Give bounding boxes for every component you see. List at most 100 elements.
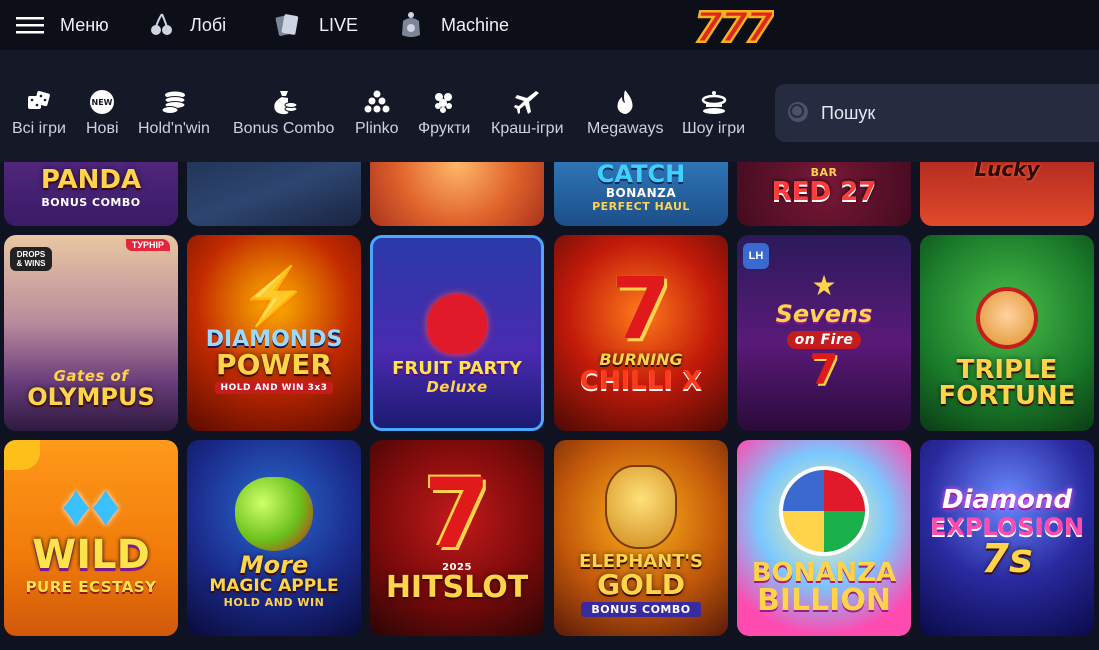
game-tile-wild-pure-ecstasy[interactable]: ♦♦ WILD PURE ECSTASY [4, 440, 178, 636]
nav-machine[interactable]: Machine [397, 0, 509, 50]
cards-icon [273, 11, 301, 39]
category-label: Краш-ігри [491, 120, 564, 137]
search-box[interactable] [775, 84, 1099, 142]
game-title-2: POWER [216, 347, 332, 381]
category-fruits[interactable]: Фрукти [418, 88, 470, 138]
game-tile-burning-chilli-x[interactable]: 7 BURNING CHILLI X [554, 235, 728, 431]
game-subtitle-2: BONANZA [605, 185, 677, 200]
top-bar: Меню Лобі LIVE Machine 777 [0, 0, 1099, 50]
diamond-icon: ♦♦ [61, 472, 121, 538]
game-tile-more-magic-apple[interactable]: More MAGIC APPLE HOLD AND WIN [187, 440, 361, 636]
game-tile-catch-bonanza[interactable]: CATCH BONANZA PERFECT HAUL [554, 162, 728, 226]
drops-wins-badge: DROPS & WINS [10, 247, 52, 271]
svg-text:777: 777 [694, 3, 774, 48]
category-label: Plinko [355, 120, 399, 137]
strawberry-icon [427, 293, 487, 354]
grapes-icon [430, 88, 458, 116]
game-tile-gates-of-olympus[interactable]: ТУРНІР DROPS & WINS Gates of OLYMPUS [4, 235, 178, 431]
search-icon [787, 101, 811, 125]
category-show-games[interactable]: Шоу ігри [682, 88, 745, 138]
svg-text:NEW: NEW [92, 98, 113, 107]
search-input[interactable] [821, 102, 1081, 124]
category-bonus-combo[interactable]: Bonus Combo [233, 88, 334, 138]
provider-badge-icon [4, 440, 40, 470]
category-label: Hold'n'win [138, 120, 210, 137]
game-tile-sevens-on-fire[interactable]: LH ★ Sevens on Fire 7 [737, 235, 911, 431]
game-title-2: GOLD [597, 568, 685, 602]
game-title-2: FORTUNE [938, 381, 1076, 411]
game-tile-elephants-gold[interactable]: ELEPHANT'S GOLD BONUS COMBO [554, 440, 728, 636]
live-label: LIVE [319, 14, 359, 35]
game-title-2: BILLION [756, 583, 892, 618]
dice-icon [25, 88, 53, 116]
game-title: RED 27 [771, 176, 877, 207]
nav-lobby[interactable]: Лобі [148, 0, 226, 50]
wheel-icon [779, 466, 869, 556]
game-title: TRIPLE [956, 355, 1058, 385]
game-tile-red-27[interactable]: BAR RED 27 [737, 162, 911, 226]
cherries-icon [148, 11, 176, 39]
category-label: Шоу ігри [682, 120, 746, 137]
slot-machine-icon [397, 11, 425, 39]
game-tile-lucky[interactable]: Lucky [920, 162, 1094, 226]
category-crash-games[interactable]: Краш-ігри [491, 88, 564, 138]
tournament-badge: ТУРНІР [125, 239, 170, 251]
elephant-icon [605, 464, 677, 549]
money-bag-icon [270, 88, 298, 116]
game-title-2: MAGIC APPLE [209, 576, 339, 597]
game-tile-sweets[interactable] [370, 162, 544, 226]
show-icon [700, 88, 728, 116]
provider-badge-icon: LH [743, 243, 769, 269]
game-tile-diamond-explosion-7s[interactable]: Diamond EXPLOSION 7s [920, 440, 1094, 636]
game-title-2: Deluxe [426, 378, 488, 397]
game-subtitle: HOLD AND WIN 3x3 [214, 381, 334, 394]
category-megaways[interactable]: Megaways [587, 88, 663, 138]
plane-icon [513, 88, 541, 116]
game-title-2: OLYMPUS [27, 383, 155, 411]
seven-icon: 7 [809, 344, 839, 394]
logo-777-icon: 777 [693, 2, 774, 48]
game-tile-bonanza-billion[interactable]: BONANZA BILLION [737, 440, 911, 636]
game-title: More [239, 550, 309, 579]
category-new[interactable]: NEW Нові [86, 88, 119, 138]
category-label: Всі ігри [12, 120, 66, 137]
nav-live[interactable]: LIVE [273, 0, 358, 50]
menu-label: Меню [60, 14, 109, 35]
game-tile-blue[interactable] [187, 162, 361, 226]
seven-icon: 7 [423, 457, 491, 570]
game-title-2: CHILLI X [579, 366, 703, 397]
game-title: Lucky [974, 162, 1040, 181]
game-title: FRUIT PARTY [392, 357, 522, 379]
game-title: Diamond [941, 485, 1073, 516]
lightning-icon: ⚡ [239, 263, 309, 327]
lobby-label: Лобі [190, 14, 227, 35]
game-tile-hitslot-2025[interactable]: 7 2025 HITSLOT [370, 440, 544, 636]
category-label: Megaways [587, 120, 664, 137]
game-title: WILD [32, 531, 150, 578]
game-tile-panda[interactable]: PANDA BONUS COMBO [4, 162, 178, 226]
site-logo[interactable]: 777 [690, 2, 774, 48]
game-title: CATCH [596, 162, 686, 188]
seven-icon: 7 [611, 258, 671, 359]
apple-icon [235, 476, 313, 551]
game-tile-diamonds-power[interactable]: ⚡ DIAMONDS POWER HOLD AND WIN 3x3 [187, 235, 361, 431]
category-all-games[interactable]: Всі ігри [12, 88, 66, 138]
category-plinko[interactable]: Plinko [355, 88, 399, 138]
game-title-2: PURE ECSTASY [25, 577, 157, 596]
game-subtitle: 7s [981, 535, 1033, 582]
star-icon: ★ [811, 270, 837, 302]
category-label: Bonus Combo [233, 120, 335, 137]
menu-button[interactable]: Меню [16, 0, 109, 50]
game-title: Sevens [775, 300, 873, 329]
category-bar: Всі ігри NEW Нові Hold'n'win Bonus Combo… [0, 50, 1099, 162]
game-subtitle: BONUS COMBO [581, 602, 701, 618]
flame-icon [611, 88, 639, 116]
game-tile-triple-fortune[interactable]: TRIPLE FORTUNE [920, 235, 1094, 431]
hamburger-icon [16, 11, 44, 39]
category-label: Нові [86, 120, 119, 137]
game-subtitle: HOLD AND WIN [223, 596, 325, 610]
category-label: Фрукти [418, 120, 471, 137]
category-hold-n-win[interactable]: Hold'n'win [138, 88, 210, 138]
game-subtitle: BONUS COMBO [41, 196, 141, 209]
game-tile-fruit-party-deluxe[interactable]: FRUIT PARTY Deluxe [370, 235, 544, 431]
